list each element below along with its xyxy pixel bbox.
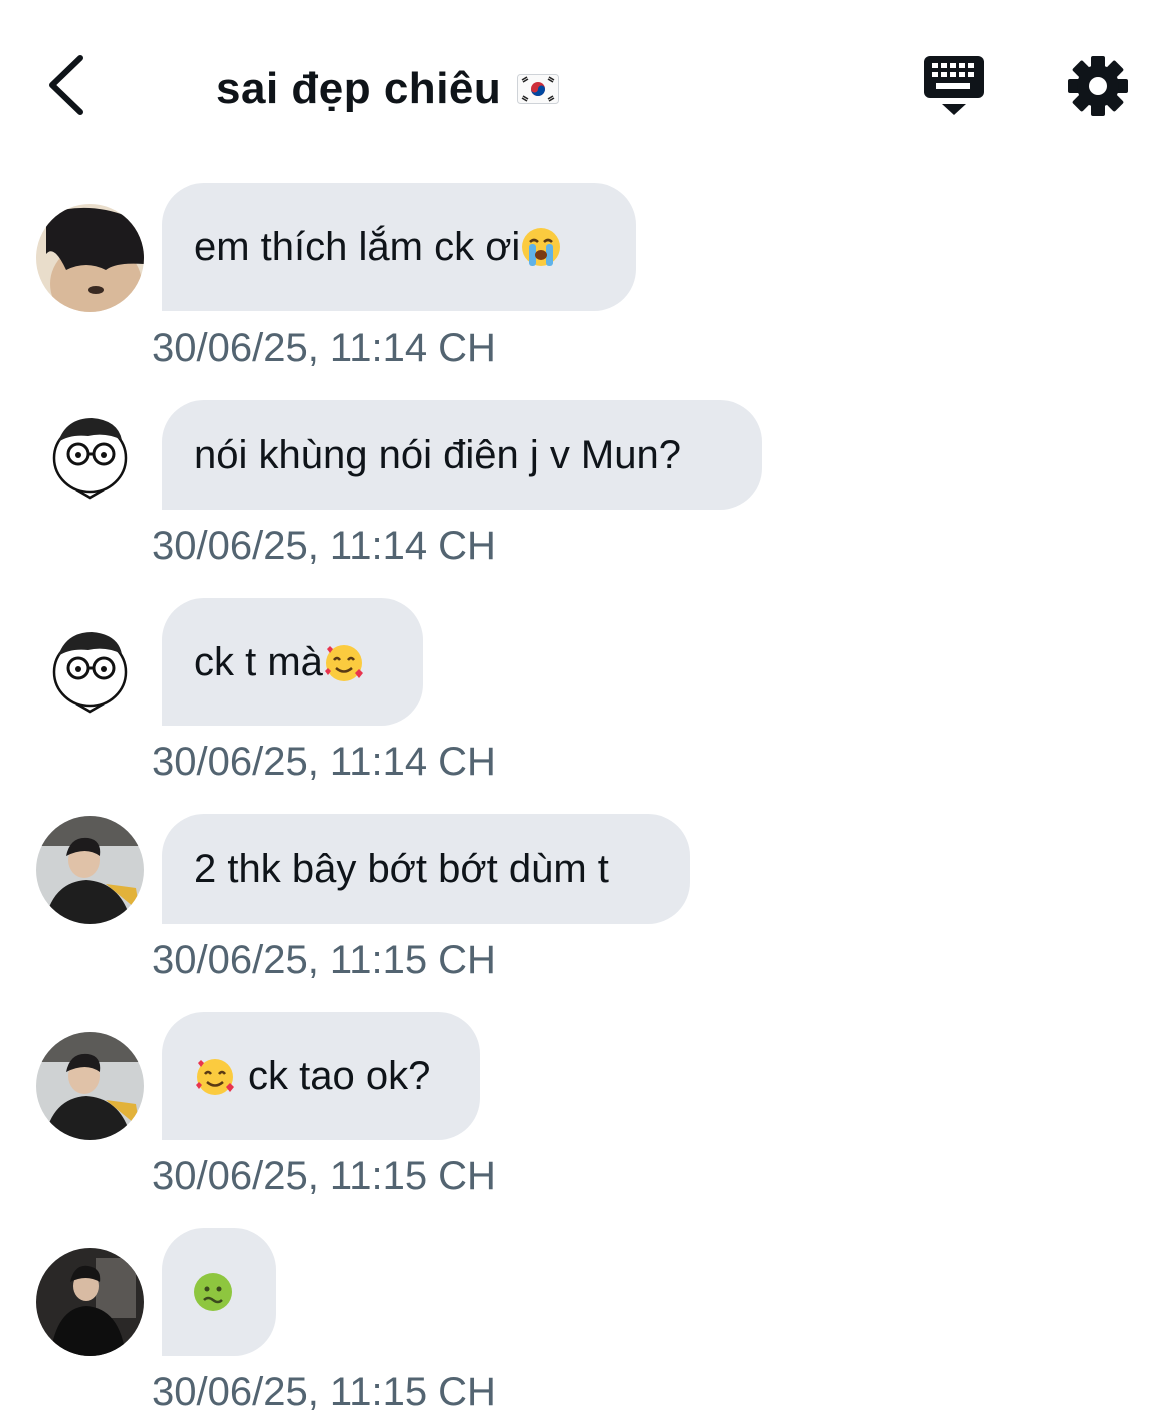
message-timestamp: 30/06/25, 11:14 CH	[152, 524, 496, 568]
message-text: nói khùng nói điên j v Mun?	[194, 432, 681, 477]
message-timestamp: 30/06/25, 11:14 CH	[152, 740, 496, 784]
avatar-cartoon	[36, 404, 144, 512]
keyboard-icon	[924, 56, 984, 115]
back-button[interactable]	[40, 52, 100, 118]
avatar[interactable]	[36, 204, 144, 312]
conversation-header: sai đẹp chiêu	[0, 0, 1170, 160]
message-text: em thích lắm ck ơi	[194, 224, 521, 269]
keyboard-toggle-button[interactable]	[920, 52, 988, 118]
avatar[interactable]	[36, 404, 144, 512]
message-bubble[interactable]: ck tao ok?	[162, 1012, 480, 1140]
message-bubble[interactable]: nói khùng nói điên j v Mun?	[162, 400, 762, 510]
message-text: 2 thk bây bớt bớt dùm t	[194, 846, 609, 891]
avatar[interactable]	[36, 1032, 144, 1140]
message-bubble[interactable]	[162, 1228, 276, 1356]
avatar[interactable]	[36, 618, 144, 726]
conversation-title[interactable]: sai đẹp chiêu	[216, 58, 560, 120]
message-bubble[interactable]: ck t mà	[162, 598, 423, 726]
message-timestamp: 30/06/25, 11:14 CH	[152, 326, 496, 370]
avatar-photo	[36, 204, 144, 312]
smiling-face-with-hearts-icon	[196, 1059, 234, 1095]
avatar[interactable]	[36, 1248, 144, 1356]
avatar-photo	[36, 816, 144, 924]
message-text: ck tao ok?	[248, 1053, 431, 1098]
smiling-face-with-hearts-icon	[324, 645, 363, 681]
settings-button[interactable]	[1066, 54, 1130, 118]
conversation-title-text: sai đẹp chiêu	[216, 64, 502, 113]
chevron-left-icon	[49, 55, 83, 115]
message-timestamp: 30/06/25, 11:15 CH	[152, 1154, 496, 1198]
message-timestamp: 30/06/25, 11:15 CH	[152, 938, 496, 982]
message-text: ck t mà	[194, 639, 323, 684]
avatar-photo	[36, 1248, 144, 1356]
avatar-cartoon	[36, 618, 144, 726]
message-timestamp: 30/06/25, 11:15 CH	[152, 1370, 496, 1414]
loudly-crying-face-icon	[522, 228, 561, 266]
message-bubble[interactable]: em thích lắm ck ơi	[162, 183, 636, 311]
gear-icon	[1068, 56, 1128, 116]
south-korea-flag-icon	[517, 74, 560, 104]
avatar[interactable]	[36, 816, 144, 924]
avatar-photo	[36, 1032, 144, 1140]
nauseated-face-icon	[194, 1273, 232, 1311]
message-bubble[interactable]: 2 thk bây bớt bớt dùm t	[162, 814, 690, 924]
